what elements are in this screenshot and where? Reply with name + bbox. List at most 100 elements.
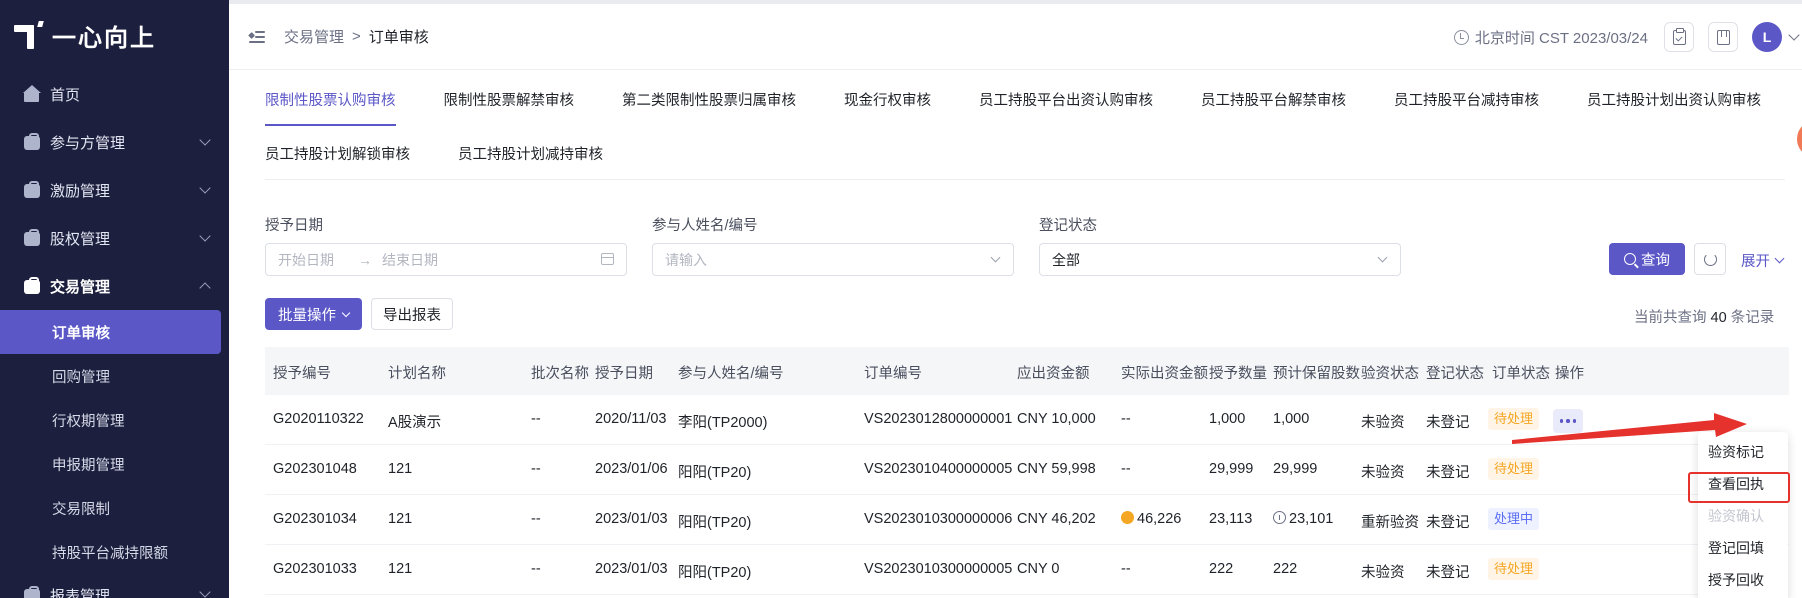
- review-tabs: 限制性股票认购审核 限制性股票解禁审核 第二类限制性股票归属审核 现金行权审核 …: [265, 70, 1802, 180]
- cell-grant-date-text: 2023/01/06: [595, 461, 668, 477]
- sidebar-subitem-declaration-period[interactable]: 申报期管理: [0, 442, 229, 486]
- query-button[interactable]: 查询: [1609, 243, 1685, 275]
- tab-esop-platform-reduction[interactable]: 员工持股平台减持审核: [1394, 70, 1539, 128]
- sidebar-item-incentive[interactable]: 激励管理: [0, 166, 229, 214]
- clipboard-check-icon: [1672, 27, 1686, 45]
- cell-grant-no: G202301048: [273, 461, 357, 477]
- cell-order-no-text: VS2023012800000001: [864, 411, 1013, 427]
- sidebar-item-label: 报表管理: [50, 587, 111, 598]
- col-due-amount: 应出资金额: [1017, 366, 1090, 382]
- sidebar-subitem-trade-limit[interactable]: 交易限制: [0, 486, 229, 530]
- sidebar-item-participants[interactable]: 参与方管理: [0, 118, 229, 166]
- batch-actions-button[interactable]: 批量操作: [265, 298, 362, 330]
- tab-class2-restricted-vesting[interactable]: 第二类限制性股票归属审核: [622, 70, 796, 128]
- cell-due-amount: CNY 0: [1017, 561, 1059, 577]
- cell-order-no: VS2023012800000001: [864, 411, 1012, 427]
- cell-reg-status-text: 未登记: [1426, 465, 1470, 481]
- cell-reserve: 23,101: [1273, 511, 1333, 527]
- cell-plan: 121: [388, 561, 412, 577]
- cell-order-no: VS2023010300000006: [864, 511, 1012, 527]
- breadcrumb-item-trading[interactable]: 交易管理: [284, 26, 344, 47]
- tab-esop-plan-unlock[interactable]: 员工持股计划解锁审核: [265, 128, 410, 180]
- tab-esop-platform-unlock[interactable]: 员工持股平台解禁审核: [1201, 70, 1346, 128]
- annotation-highlight-box: [1688, 472, 1790, 503]
- cell-quantity: 29,999: [1209, 461, 1253, 477]
- chevron-down-icon[interactable]: [1788, 29, 1800, 41]
- cell-grant-date-text: 2020/11/03: [595, 411, 667, 427]
- cell-reg-status: 未登记: [1426, 561, 1470, 582]
- cell-due-amount: CNY 46,202: [1017, 511, 1096, 527]
- tab-restricted-stock-unlock[interactable]: 限制性股票解禁审核: [444, 70, 575, 128]
- cell-reg-status-text: 未登记: [1426, 515, 1470, 531]
- menu-item-grant-recall[interactable]: 授予回收: [1698, 564, 1788, 596]
- tasks-button[interactable]: [1664, 22, 1694, 52]
- reset-button[interactable]: [1694, 243, 1726, 275]
- order-status-badge: 待处理: [1488, 408, 1540, 430]
- cell-grant-date: 2023/01/03: [595, 561, 668, 577]
- cell-quantity-text: 29,999: [1209, 461, 1254, 477]
- avatar[interactable]: L: [1752, 22, 1782, 52]
- cell-order-no-text: VS2023010300000005: [864, 561, 1013, 577]
- order-status-badge: 待处理: [1488, 458, 1540, 480]
- brand-logo[interactable]: 一心向上: [0, 0, 229, 70]
- start-date-input[interactable]: 开始日期: [278, 250, 334, 270]
- col-grant-no: 授予编号: [273, 366, 331, 382]
- cell-plan: 121: [388, 511, 412, 527]
- query-label: 查询: [1641, 252, 1670, 269]
- breadcrumb: 交易管理 > 订单审核: [284, 26, 429, 47]
- box-icon: [22, 181, 42, 199]
- batch-label: 批量操作: [278, 307, 336, 324]
- breadcrumb-separator: >: [352, 28, 361, 45]
- tab-esop-plan-reduction[interactable]: 员工持股计划减持审核: [458, 128, 603, 180]
- collapse-menu-icon[interactable]: [247, 30, 265, 43]
- grant-date-label: 授予日期: [265, 218, 323, 234]
- cell-verify-status: 未验资: [1361, 561, 1405, 582]
- sidebar-item-reports[interactable]: 报表管理: [0, 574, 229, 598]
- export-report-button[interactable]: 导出报表: [371, 298, 453, 330]
- box-icon: [22, 277, 42, 295]
- info-icon[interactable]: [1273, 511, 1286, 524]
- tab-restricted-stock-subscription[interactable]: 限制性股票认购审核: [265, 70, 396, 128]
- cell-reserve: 1,000: [1273, 411, 1309, 427]
- cell-reserve-text: 23,101: [1289, 511, 1334, 527]
- cell-due-amount: CNY 59,998: [1017, 461, 1096, 477]
- end-date-input[interactable]: 结束日期: [382, 250, 438, 270]
- cell-participant-text: 阳阳(TP20): [678, 515, 752, 531]
- cell-verify-status: 未验资: [1361, 411, 1405, 432]
- table-row[interactable]: G202301034 121 -- 2023/01/03 阳阳(TP20) VS20230…: [265, 495, 1789, 545]
- cell-grant-no: G202301034: [273, 511, 357, 527]
- menu-item-verify-mark[interactable]: 验资标记: [1698, 436, 1788, 468]
- cell-plan: A股演示: [388, 411, 441, 432]
- more-actions-button[interactable]: [1553, 409, 1583, 433]
- sidebar-subitem-platform-reduction-limit[interactable]: 持股平台减持限额: [0, 530, 229, 574]
- house-icon: [22, 85, 42, 103]
- reg-status-select[interactable]: 全部: [1039, 243, 1401, 276]
- sidebar-subitem-order-review[interactable]: 订单审核: [0, 310, 221, 354]
- sidebar: 一心向上 首页 参与方管理 激励管理 股权管理 交易管理 订单审核 回购管理 行…: [0, 0, 229, 598]
- chevron-down-icon: [199, 230, 211, 242]
- menu-item-register-backfill[interactable]: 登记回填: [1698, 532, 1788, 564]
- cell-actual-amount: --: [1121, 461, 1131, 477]
- cell-participant: 阳阳(TP20): [678, 461, 751, 482]
- tab-esop-plan-subscription[interactable]: 员工持股计划出资认购审核: [1587, 70, 1761, 128]
- docs-button[interactable]: [1708, 22, 1738, 52]
- sidebar-item-equity[interactable]: 股权管理: [0, 214, 229, 262]
- sidebar-item-label: 交易管理: [50, 278, 111, 296]
- table-row[interactable]: G202301048 121 -- 2023/01/06 阳阳(TP20) VS20230…: [265, 445, 1789, 495]
- expand-filters-link[interactable]: 展开: [1741, 250, 1785, 271]
- table-row[interactable]: G2020110322 A股演示 -- 2020/11/03 李阳(TP2000) VS2…: [265, 395, 1789, 445]
- cell-plan-text: A股演示: [388, 415, 442, 431]
- tab-esop-platform-subscription[interactable]: 员工持股平台出资认购审核: [979, 70, 1153, 128]
- sidebar-item-trading[interactable]: 交易管理: [0, 262, 229, 310]
- tab-cash-exercise[interactable]: 现金行权审核: [844, 70, 931, 128]
- participant-select[interactable]: 请输入: [652, 243, 1014, 276]
- table-row[interactable]: G202301033 121 -- 2023/01/03 阳阳(TP20) VS20230…: [265, 545, 1789, 595]
- sidebar-subitem-exercise-period[interactable]: 行权期管理: [0, 398, 229, 442]
- sidebar-item-home[interactable]: 首页: [0, 70, 229, 118]
- menu-item-verify-confirm: 验资确认: [1708, 508, 1764, 524]
- sidebar-subitem-buyback[interactable]: 回购管理: [0, 354, 229, 398]
- clock-icon: [1453, 29, 1469, 45]
- grant-date-range-picker[interactable]: 开始日期 → 结束日期: [265, 243, 627, 276]
- cell-batch-text: --: [531, 561, 541, 577]
- warning-icon[interactable]: [1121, 511, 1134, 524]
